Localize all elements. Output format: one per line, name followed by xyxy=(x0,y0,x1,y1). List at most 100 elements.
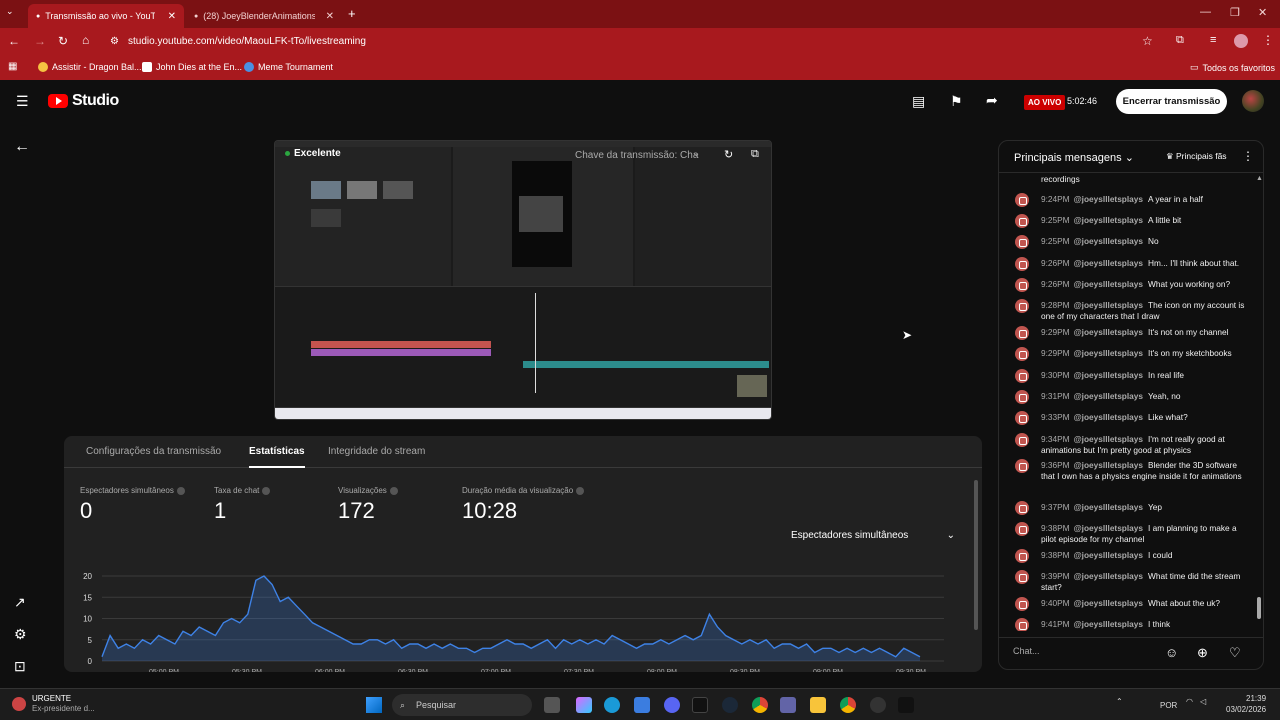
edge-icon[interactable] xyxy=(604,697,620,713)
close-tab-icon[interactable]: ✕ xyxy=(326,11,334,22)
capcut-icon[interactable] xyxy=(898,697,914,713)
chat-author[interactable]: @joeysllletsplays xyxy=(1074,348,1143,358)
profile-icon[interactable] xyxy=(1234,34,1248,48)
maximize-icon[interactable]: ❐ xyxy=(1230,6,1240,19)
chat-author[interactable]: @joeysllletsplays xyxy=(1074,327,1143,337)
chat-scrollbar[interactable] xyxy=(1257,597,1261,619)
home-icon[interactable]: ⌂ xyxy=(82,33,89,47)
taskbar-search[interactable]: ⌕ Pesquisar xyxy=(392,694,532,716)
tray-chevron-icon[interactable]: ⌃ xyxy=(1116,697,1123,706)
chat-author[interactable]: @joeysllletsplays xyxy=(1074,258,1143,268)
hamburger-menu-icon[interactable]: ☰ xyxy=(16,93,29,110)
refresh-key-icon[interactable]: ↻ xyxy=(724,148,733,161)
chat-author[interactable]: @joeysllletsplays xyxy=(1074,215,1143,225)
chat-author[interactable]: @joeysllletsplays xyxy=(1074,300,1143,310)
share-icon[interactable]: ➦ xyxy=(986,92,998,109)
explorer-icon[interactable] xyxy=(810,697,826,713)
metric-dropdown[interactable]: Espectadores simultâneos ⌄ xyxy=(791,530,955,541)
teams-icon[interactable] xyxy=(780,697,796,713)
url-bar[interactable]: ⚙ studio.youtube.com/video/MaouLFK-tTo/l… xyxy=(104,32,1164,52)
add-icon[interactable]: ⊕ xyxy=(1197,645,1208,661)
minimize-icon[interactable]: — xyxy=(1200,6,1211,18)
back-arrow-icon[interactable]: ← xyxy=(14,138,30,156)
chat-author[interactable]: @joeysllletsplays xyxy=(1074,434,1143,444)
more-options-icon[interactable]: ⋮ xyxy=(1242,149,1254,163)
tab-youtube-studio[interactable]: ● Transmissão ao vivo - YouTube ✕ xyxy=(28,4,184,28)
help-icon[interactable] xyxy=(176,486,185,495)
forward-icon[interactable]: → xyxy=(34,34,46,48)
settings-icon[interactable]: ⚙ xyxy=(14,626,27,643)
star-icon[interactable]: ☆ xyxy=(1142,34,1153,48)
all-bookmarks[interactable]: ▭ Todos os favoritos xyxy=(1190,62,1275,73)
copilot-icon[interactable] xyxy=(576,697,592,713)
chrome-icon[interactable] xyxy=(752,697,768,713)
chat-author[interactable]: @joeysllletsplays xyxy=(1074,619,1143,629)
chat-avatar[interactable] xyxy=(1015,390,1029,404)
chat-avatar[interactable] xyxy=(1015,501,1029,515)
chat-author[interactable]: @joeysllletsplays xyxy=(1074,391,1143,401)
lang-indicator[interactable]: POR xyxy=(1160,701,1177,710)
menu-icon[interactable]: ⋮ xyxy=(1262,33,1274,47)
chat-author[interactable]: @joeysllletsplays xyxy=(1074,370,1143,380)
chat-avatar[interactable] xyxy=(1015,257,1029,271)
emoji-icon[interactable]: ☺ xyxy=(1165,645,1178,660)
chat-avatar[interactable] xyxy=(1015,618,1029,631)
reload-icon[interactable]: ↻ xyxy=(58,34,68,48)
chat-author[interactable]: @joeysllletsplays xyxy=(1074,236,1143,246)
avatar[interactable] xyxy=(1242,90,1264,112)
media-icon[interactable]: ≡ xyxy=(1210,34,1216,46)
stream-preview[interactable] xyxy=(274,140,772,420)
steam-icon[interactable] xyxy=(722,697,738,713)
chat-avatar[interactable] xyxy=(1015,278,1029,292)
studio-logo[interactable]: Studio xyxy=(48,92,119,110)
chrome-active-icon[interactable] xyxy=(840,697,856,713)
news-icon[interactable] xyxy=(12,697,26,711)
external-link-icon[interactable]: ↗ xyxy=(14,594,26,611)
chat-author[interactable]: @joeysllletsplays xyxy=(1074,279,1143,289)
bookmark-2[interactable]: John Dies at the En... xyxy=(142,62,242,72)
app-icon[interactable] xyxy=(870,697,886,713)
feedback-icon[interactable]: ⊡ xyxy=(14,658,26,675)
scroll-up-icon[interactable]: ▲ xyxy=(1256,175,1263,182)
news-widget[interactable]: URGENTE Ex-presidente d... xyxy=(32,694,95,714)
chat-avatar[interactable] xyxy=(1015,193,1029,207)
chat-avatar[interactable] xyxy=(1015,597,1029,611)
stream-key-label[interactable]: Chave da transmissão: Cha xyxy=(575,150,698,161)
chat-avatar[interactable] xyxy=(1015,347,1029,361)
chat-mode-selector[interactable]: Principais mensagens ⌄ xyxy=(1014,151,1134,164)
calendar-icon[interactable]: ▤ xyxy=(912,93,925,110)
help-icon[interactable] xyxy=(262,486,271,495)
chat-author[interactable]: @joeysllletsplays xyxy=(1074,523,1143,533)
close-tab-icon[interactable]: ✕ xyxy=(168,11,176,22)
bookmark-3[interactable]: Meme Tournament xyxy=(244,62,333,72)
tab-statistics[interactable]: Estatísticas xyxy=(249,446,305,468)
store-icon[interactable] xyxy=(634,697,650,713)
chat-avatar[interactable] xyxy=(1015,299,1029,313)
chat-author[interactable]: @joeysllletsplays xyxy=(1074,460,1143,470)
chat-author[interactable]: @joeysllletsplays xyxy=(1074,571,1143,581)
chat-avatar[interactable] xyxy=(1015,326,1029,340)
chat-author[interactable]: @joeysllletsplays xyxy=(1074,598,1143,608)
help-icon[interactable] xyxy=(389,486,398,495)
copy-icon[interactable]: ⧉ xyxy=(751,148,759,161)
chevron-down-icon[interactable]: ⌄ xyxy=(692,148,700,159)
bookmark-1[interactable]: Assistir - Dragon Bal... xyxy=(38,62,142,72)
top-fans-filter[interactable]: ♛ Principais fãs xyxy=(1166,151,1227,162)
extensions-icon[interactable]: ⧉ xyxy=(1176,34,1184,47)
chat-author[interactable]: @joeysllletsplays xyxy=(1074,502,1143,512)
chat-avatar[interactable] xyxy=(1015,549,1029,563)
bookmark-icon[interactable]: ⚑ xyxy=(950,93,963,110)
chat-avatar[interactable] xyxy=(1015,214,1029,228)
end-stream-button[interactable]: Encerrar transmissão xyxy=(1116,89,1227,114)
chat-author[interactable]: @joeysllletsplays xyxy=(1074,194,1143,204)
chat-avatar[interactable] xyxy=(1015,522,1029,536)
windows-start-icon[interactable] xyxy=(366,697,382,713)
new-tab-icon[interactable]: + xyxy=(348,6,356,21)
chat-avatar[interactable] xyxy=(1015,459,1029,473)
stats-scrollbar[interactable] xyxy=(974,480,978,630)
tab-broadcast-settings[interactable]: Configurações da transmissão xyxy=(86,446,221,457)
site-info-icon[interactable]: ⚙ xyxy=(110,32,119,52)
chat-avatar[interactable] xyxy=(1015,570,1029,584)
task-view-icon[interactable] xyxy=(544,697,560,713)
back-icon[interactable]: ← xyxy=(8,34,20,48)
